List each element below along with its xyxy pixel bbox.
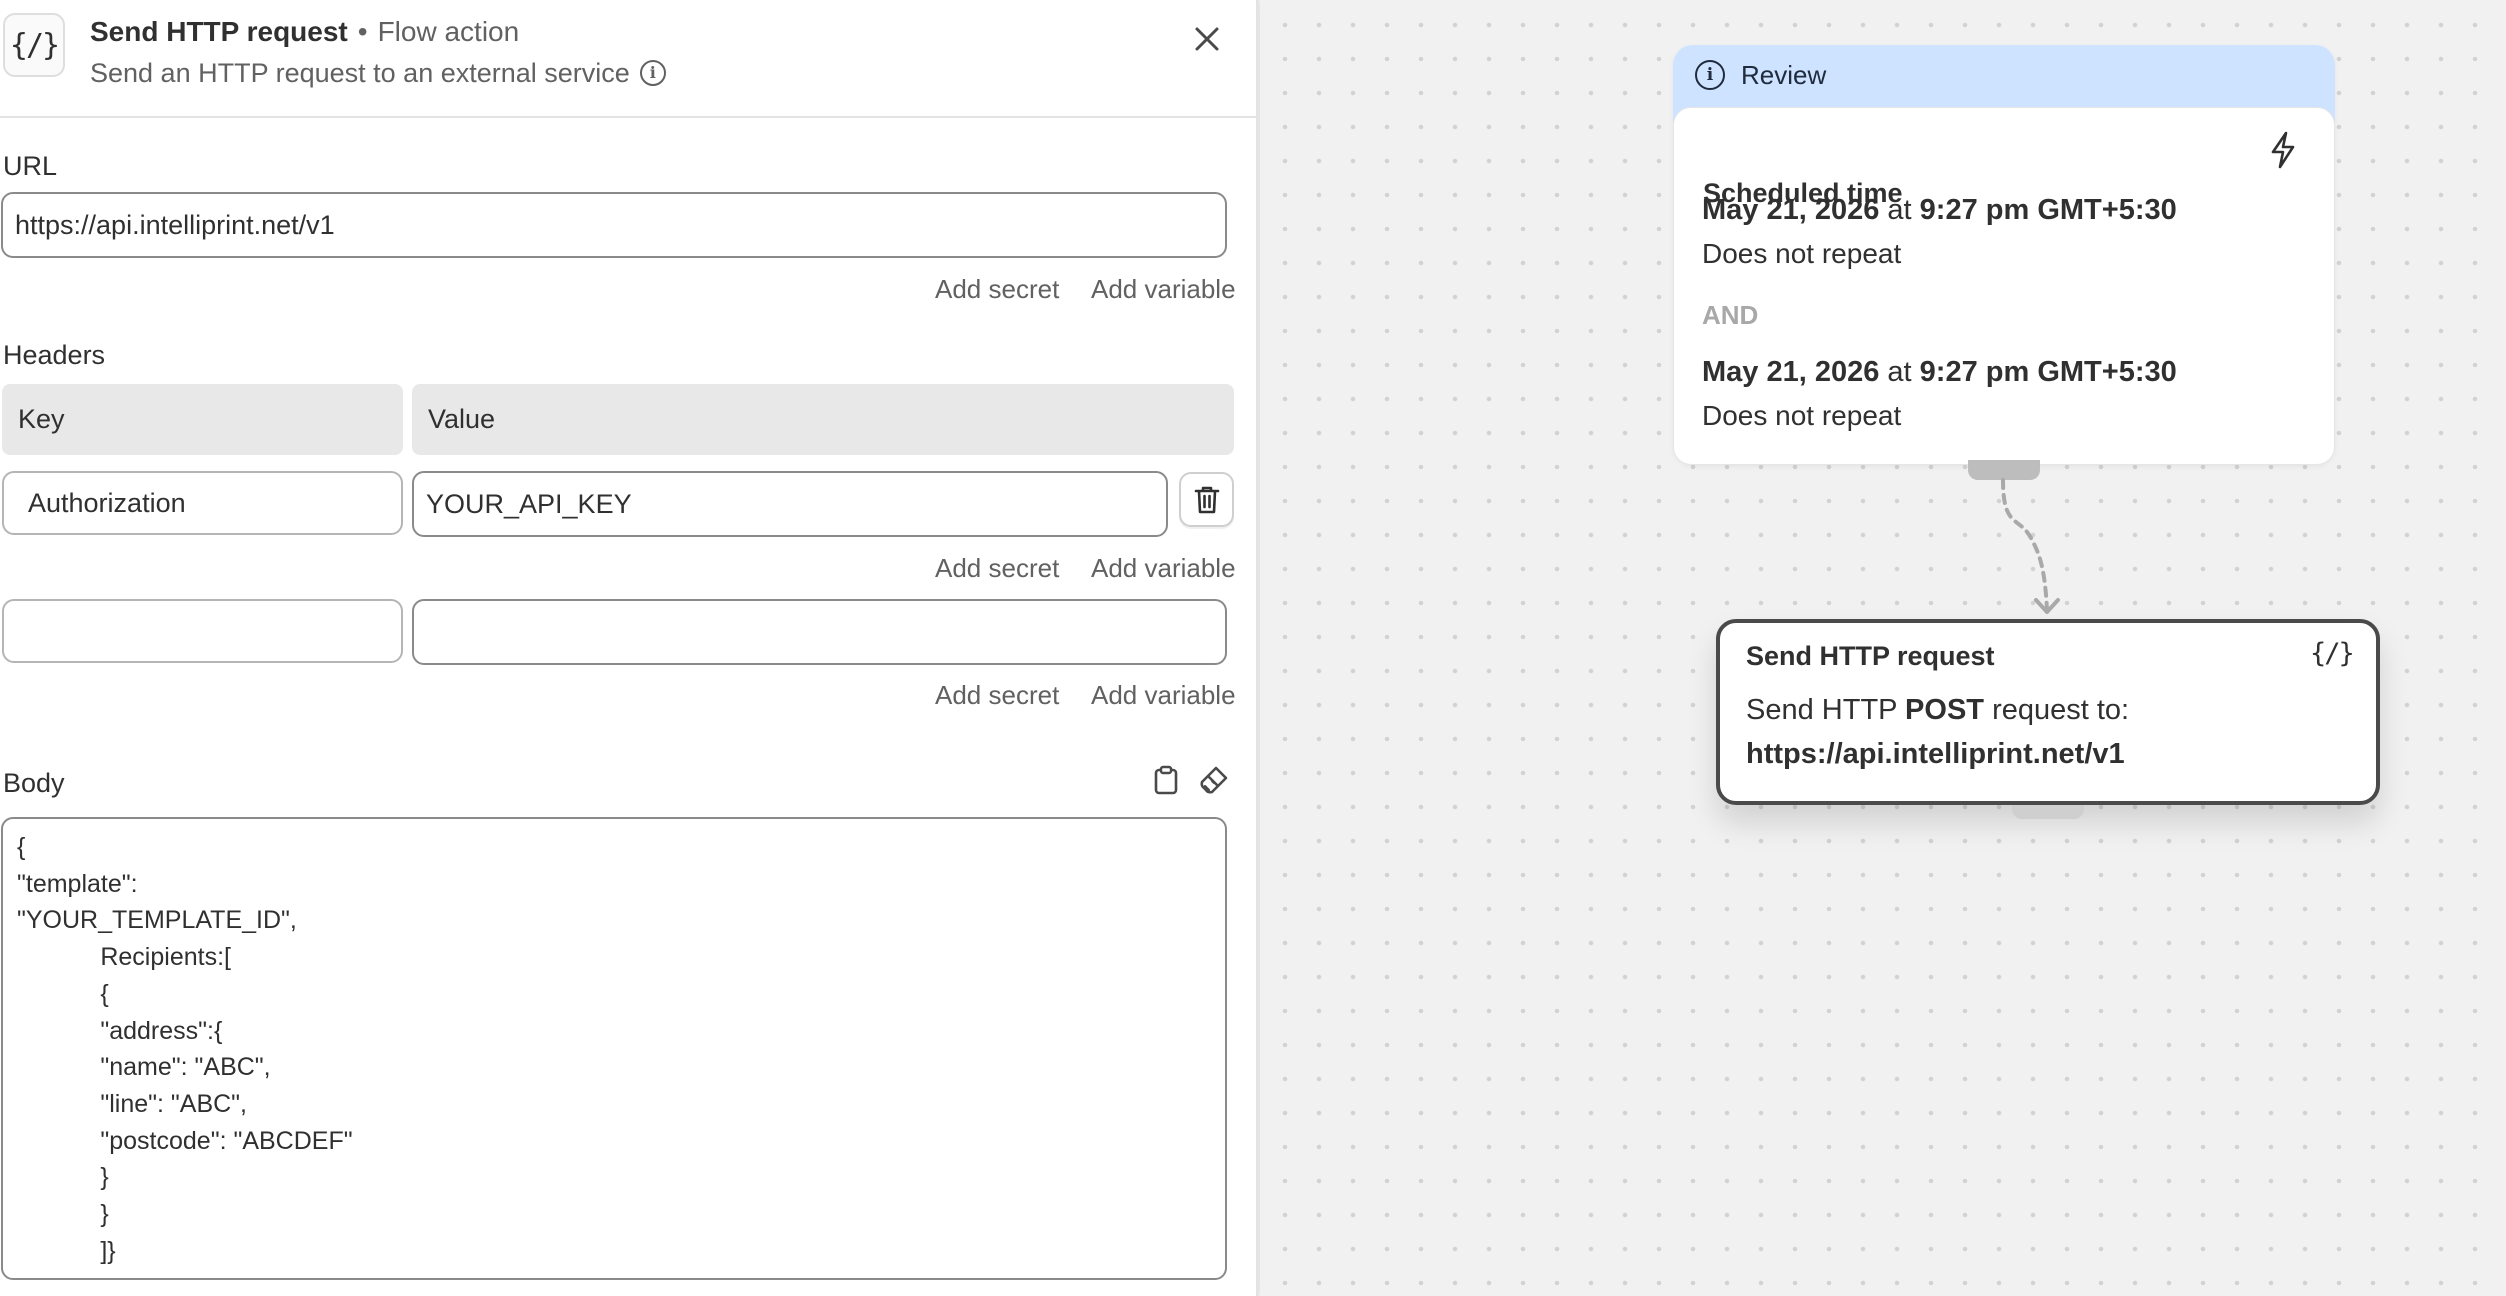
review-banner: i Review — [1673, 45, 2335, 105]
new-header-key-input[interactable] — [2, 599, 403, 663]
code-braces-icon: {/} — [3, 13, 65, 77]
action-card-title: Send HTTP request — [1746, 641, 1995, 671]
info-icon: i — [1695, 60, 1725, 90]
flow-editor: {/} Send HTTP request • Flow action Send a… — [0, 0, 2506, 1296]
body-label: Body — [3, 768, 65, 798]
header-add-secret-button[interactable]: Add secret — [935, 552, 1059, 584]
header-add-variable-button[interactable]: Add variable — [1091, 552, 1236, 584]
headers-value-column: Value — [412, 384, 1234, 455]
http-method: POST — [1905, 694, 1985, 726]
copy-body-button[interactable] — [1146, 760, 1186, 800]
schedule-at: at — [1887, 194, 1912, 226]
close-icon — [1195, 27, 1219, 51]
trash-icon — [1194, 486, 1219, 513]
header-value-input[interactable]: YOUR_API_KEY — [412, 471, 1168, 537]
code-line: { — [17, 979, 109, 1008]
url-label: URL — [3, 151, 58, 181]
code-braces-icon: {/} — [2310, 638, 2355, 669]
code-line: "name": "ABC", — [17, 1053, 271, 1082]
schedule-repeat: Does not repeat — [1702, 238, 1902, 269]
code-line: Recipients:[ — [17, 943, 231, 972]
action-line-prefix: Send HTTP — [1746, 694, 1897, 726]
schedule-at: at — [1887, 356, 1912, 388]
schedule-date: May 21, 2026 — [1702, 356, 1880, 388]
format-brush-icon — [1200, 766, 1228, 794]
panel-subtitle: Send an HTTP request to an external serv… — [90, 55, 666, 91]
code-line: } — [17, 1163, 109, 1192]
url-add-variable-button[interactable]: Add variable — [1091, 273, 1236, 305]
action-kind: Flow action — [377, 16, 520, 47]
code-line: ]} — [17, 1236, 116, 1265]
code-line: "postcode": "ABCDEF" — [17, 1126, 353, 1155]
close-button[interactable] — [1188, 20, 1226, 58]
new-header-value-input[interactable] — [412, 599, 1227, 665]
schedule-time: 9:27 pm GMT+5:30 — [1919, 356, 2177, 388]
new-header-add-secret-button[interactable]: Add secret — [935, 679, 1059, 711]
connector-handle[interactable] — [2012, 805, 2084, 819]
panel-header: {/} Send HTTP request • Flow action Send a… — [0, 0, 1258, 118]
lightning-bolt-icon — [2265, 130, 2301, 170]
headers-label: Headers — [3, 340, 106, 370]
schedule-time: 9:27 pm GMT+5:30 — [1919, 194, 2177, 226]
action-url: https://api.intelliprint.net/v1 — [1746, 738, 2125, 770]
code-line: "address":{ — [17, 1016, 223, 1045]
and-separator: AND — [1702, 300, 1759, 330]
clipboard-icon — [1154, 765, 1178, 795]
url-add-secret-button[interactable]: Add secret — [935, 273, 1059, 305]
new-header-add-variable-button[interactable]: Add variable — [1091, 679, 1236, 711]
action-description: Send HTTP POST request to: — [1746, 694, 2129, 727]
action-line-suffix: request to: — [1992, 694, 2130, 726]
flow-connector — [2001, 478, 2060, 614]
subtitle-text: Send an HTTP request to an external serv… — [90, 58, 630, 88]
schedule-datetime: May 21, 2026 at 9:27 pm GMT+5:30 — [1702, 356, 2177, 389]
panel-title: Send HTTP request • Flow action — [90, 14, 519, 50]
schedule-date: May 21, 2026 — [1702, 194, 1880, 226]
code-line: { — [17, 833, 26, 861]
code-line: "YOUR_TEMPLATE_ID", — [17, 906, 297, 935]
review-label: Review — [1741, 59, 1827, 90]
format-body-button[interactable] — [1194, 760, 1234, 800]
schedule-datetime: May 21, 2026 at 9:27 pm GMT+5:30 — [1702, 194, 2177, 227]
title-separator: • — [357, 16, 368, 47]
body-editor[interactable]: { "template": "YOUR_TEMPLATE_ID", Recipi… — [1, 817, 1227, 1280]
schedule-repeat: Does not repeat — [1702, 400, 1902, 431]
code-line: "template": — [17, 869, 138, 898]
delete-header-button[interactable] — [1179, 472, 1234, 527]
action-name: Send HTTP request — [90, 16, 348, 47]
info-icon[interactable]: i — [639, 60, 666, 86]
code-line: "line": "ABC", — [17, 1089, 248, 1118]
headers-key-column: Key — [2, 384, 403, 455]
url-input[interactable]: https://api.intelliprint.net/v1 — [1, 192, 1227, 258]
header-key-input[interactable]: Authorization — [2, 471, 403, 535]
code-line: } — [17, 1200, 109, 1229]
action-settings-panel: {/} Send HTTP request • Flow action Send a… — [0, 0, 1258, 1296]
